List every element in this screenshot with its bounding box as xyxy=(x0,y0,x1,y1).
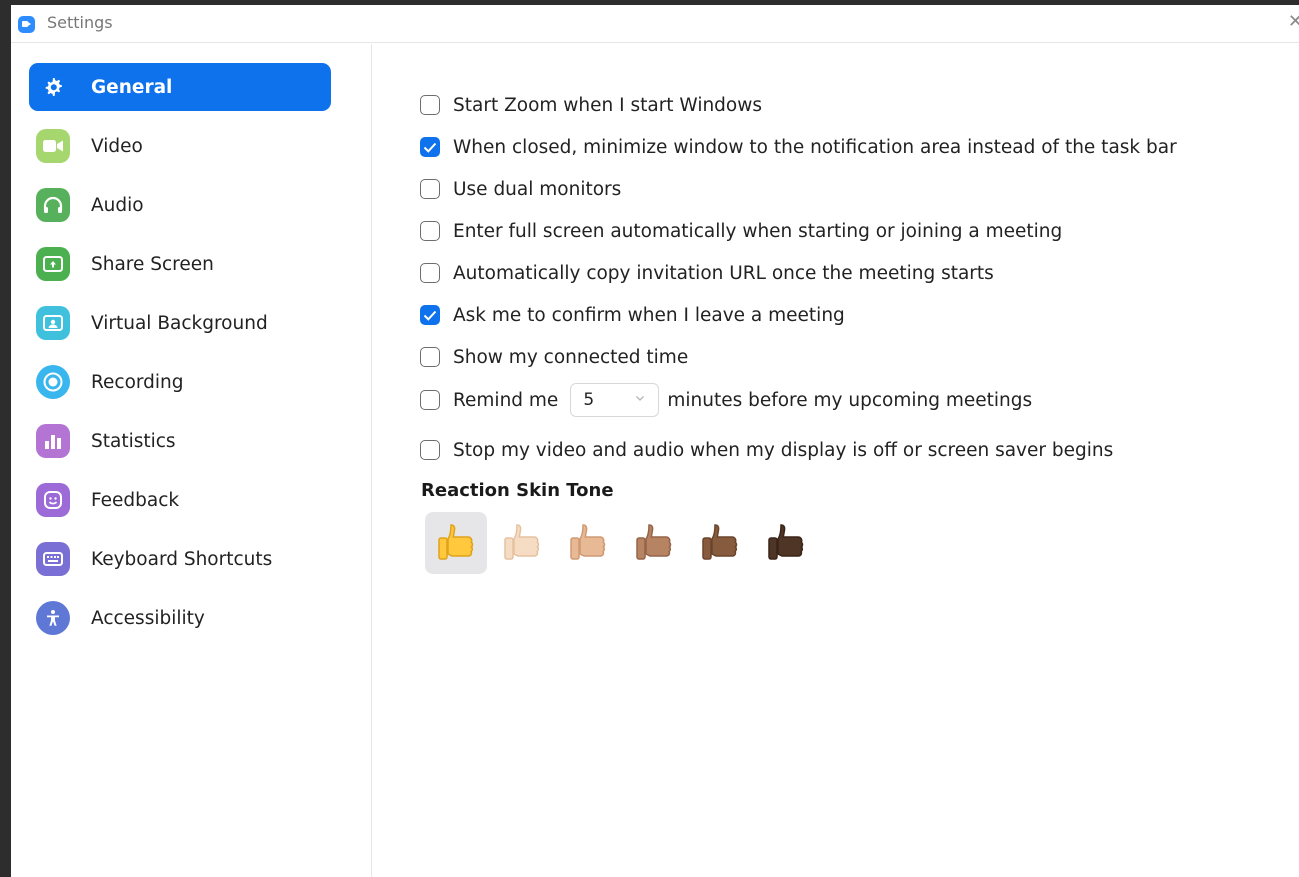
remind-minutes-value: 5 xyxy=(583,390,595,410)
option-label: Enter full screen automatically when sta… xyxy=(453,220,1063,242)
zoom-app-icon xyxy=(18,16,35,33)
sidebar-item-label: Recording xyxy=(91,371,184,393)
minimize-to-notification-option[interactable]: When closed, minimize window to the noti… xyxy=(420,133,1177,161)
checkbox[interactable] xyxy=(420,440,440,460)
checkbox[interactable] xyxy=(420,221,440,241)
settings-window: Settings ✕ General Video Audio Share Scr… xyxy=(11,5,1299,877)
option-label: Show my connected time xyxy=(453,346,689,368)
checkbox-checked[interactable] xyxy=(420,305,440,325)
sidebar-item-label: Share Screen xyxy=(91,253,214,275)
sidebar-item-label: Virtual Background xyxy=(91,312,268,334)
thumbs-up-icon xyxy=(438,524,474,560)
remind-minutes-select[interactable]: 5 xyxy=(570,383,660,417)
remind-label-after: minutes before my upcoming meetings xyxy=(667,389,1033,411)
virtual-background-icon xyxy=(36,306,70,340)
share-screen-icon xyxy=(36,247,70,281)
thumbs-up-icon xyxy=(636,524,672,560)
confirm-leave-option[interactable]: Ask me to confirm when I leave a meeting xyxy=(420,301,845,329)
checkbox[interactable] xyxy=(420,263,440,283)
checkbox[interactable] xyxy=(420,347,440,367)
remind-label-before: Remind me xyxy=(453,389,559,411)
gear-icon xyxy=(36,70,70,104)
check-icon xyxy=(423,142,437,153)
full-screen-option[interactable]: Enter full screen automatically when sta… xyxy=(420,217,1062,245)
statistics-icon xyxy=(36,424,70,458)
sidebar-item-feedback[interactable]: Feedback xyxy=(29,476,331,524)
skin-tone-default[interactable] xyxy=(425,512,487,574)
stop-video-screen-saver-option[interactable]: Stop my video and audio when my display … xyxy=(420,436,1113,464)
dual-monitors-option[interactable]: Use dual monitors xyxy=(420,175,621,203)
checkbox[interactable] xyxy=(420,95,440,115)
accessibility-icon xyxy=(36,601,70,635)
sidebar-item-general[interactable]: General xyxy=(29,63,331,111)
start-zoom-with-windows-option[interactable]: Start Zoom when I start Windows xyxy=(420,91,762,119)
thumbs-up-icon xyxy=(768,524,804,560)
window-title: Settings xyxy=(47,13,113,32)
general-settings-panel: Start Zoom when I start Windows When clo… xyxy=(373,44,1299,877)
connected-time-option[interactable]: Show my connected time xyxy=(420,343,688,371)
remind-me-option[interactable]: Remind me 5 minutes before my upcoming m… xyxy=(420,382,1032,418)
sidebar-item-label: Accessibility xyxy=(91,607,205,629)
sidebar-item-statistics[interactable]: Statistics xyxy=(29,417,331,465)
thumbs-up-icon xyxy=(570,524,606,560)
sidebar-item-virtual-background[interactable]: Virtual Background xyxy=(29,299,331,347)
skin-tone-medium-dark[interactable] xyxy=(689,512,751,574)
sidebar-item-share-screen[interactable]: Share Screen xyxy=(29,240,331,288)
skin-tone-picker xyxy=(425,512,821,574)
recording-icon xyxy=(36,365,70,399)
sidebar-item-label: Video xyxy=(91,135,143,157)
sidebar-item-label: Audio xyxy=(91,194,144,216)
close-icon[interactable]: ✕ xyxy=(1288,11,1299,32)
feedback-icon xyxy=(36,483,70,517)
reaction-skin-tone-title: Reaction Skin Tone xyxy=(421,480,614,501)
skin-tone-medium-light[interactable] xyxy=(557,512,619,574)
sidebar-item-video[interactable]: Video xyxy=(29,122,331,170)
thumbs-up-icon xyxy=(504,524,540,560)
checkbox[interactable] xyxy=(420,390,440,410)
thumbs-up-icon xyxy=(702,524,738,560)
option-label: Ask me to confirm when I leave a meeting xyxy=(453,304,845,326)
skin-tone-dark[interactable] xyxy=(755,512,817,574)
sidebar-item-recording[interactable]: Recording xyxy=(29,358,331,406)
settings-sidebar: General Video Audio Share Screen Virtual xyxy=(11,44,372,877)
sidebar-item-label: Keyboard Shortcuts xyxy=(91,548,273,570)
sidebar-item-keyboard-shortcuts[interactable]: Keyboard Shortcuts xyxy=(29,535,331,583)
headphones-icon xyxy=(36,188,70,222)
keyboard-icon xyxy=(36,542,70,576)
title-bar: Settings ✕ xyxy=(11,5,1299,43)
sidebar-item-accessibility[interactable]: Accessibility xyxy=(29,594,331,642)
sidebar-item-label: Feedback xyxy=(91,489,180,511)
option-label: When closed, minimize window to the noti… xyxy=(453,136,1177,158)
check-icon xyxy=(423,310,437,321)
skin-tone-light[interactable] xyxy=(491,512,553,574)
video-camera-icon xyxy=(36,129,70,163)
sidebar-item-label: General xyxy=(91,76,173,98)
checkbox-checked[interactable] xyxy=(420,137,440,157)
skin-tone-medium[interactable] xyxy=(623,512,685,574)
option-label: Use dual monitors xyxy=(453,178,622,200)
option-label: Stop my video and audio when my display … xyxy=(453,439,1114,461)
option-label: Start Zoom when I start Windows xyxy=(453,94,763,116)
copy-invitation-url-option[interactable]: Automatically copy invitation URL once t… xyxy=(420,259,994,287)
sidebar-item-label: Statistics xyxy=(91,430,176,452)
sidebar-item-audio[interactable]: Audio xyxy=(29,181,331,229)
checkbox[interactable] xyxy=(420,179,440,199)
chevron-down-icon xyxy=(636,396,645,401)
option-label: Automatically copy invitation URL once t… xyxy=(453,262,994,284)
